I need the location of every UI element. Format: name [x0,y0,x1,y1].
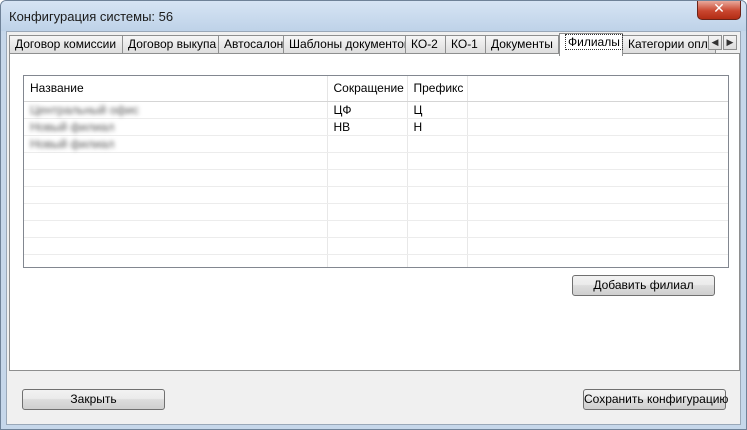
cell-filler [467,118,728,136]
cell-short[interactable] [327,135,408,153]
tab-commission-contract[interactable]: Договор комиссии [9,35,123,54]
tab-document-templates[interactable]: Шаблоны документов [283,35,410,54]
config-window: Конфигурация системы: 56 ✕ Договор комис… [0,0,747,430]
empty-row [24,203,728,221]
cell-name[interactable]: Новый филиал [24,135,328,153]
empty-row [24,254,728,267]
tab-strip: Договор комиссии Договор выкупа Автосало… [9,33,740,56]
tab-payment-categories[interactable]: Категории опла [622,35,716,54]
column-header-name[interactable]: Название [24,76,328,102]
close-button[interactable]: Закрыть [22,389,165,410]
empty-row [24,237,728,255]
tab-car-dealer[interactable]: Автосалон [218,35,284,54]
branches-grid[interactable]: Название Сокращение Префикс Центральный … [23,75,729,268]
cell-filler [467,101,728,119]
tab-ko1[interactable]: КО-1 [445,35,486,54]
column-header-short[interactable]: Сокращение [327,76,408,102]
save-configuration-button[interactable]: Сохранить конфигурацию [583,389,728,410]
column-header-filler [467,76,728,102]
tab-documents[interactable]: Документы [485,35,559,54]
tab-label: Автосалон [224,37,284,51]
cell-prefix[interactable]: Ц [407,101,468,119]
cell-name[interactable]: Новый филиал [24,118,328,136]
title-bar[interactable]: Конфигурация системы: 56 ✕ [1,1,746,31]
chevron-right-icon: ▶ [726,37,734,47]
tab-label: КО-2 [411,37,438,51]
tab-label: Документы [491,37,553,51]
tab-buyout-contract[interactable]: Договор выкупа [122,35,219,54]
empty-row [24,220,728,238]
empty-row [24,169,728,187]
chevron-left-icon: ◀ [711,37,719,47]
window-title: Конфигурация системы: 56 [9,9,174,24]
tab-branches[interactable]: Филиалы [559,33,623,56]
client-area: Договор комиссии Договор выкупа Автосало… [6,31,741,425]
tab-scroll-left-button[interactable]: ◀ [708,35,722,50]
cell-filler [467,135,728,153]
grid-header-row: Название Сокращение Префикс [24,76,728,102]
tab-ko2[interactable]: КО-2 [405,35,446,54]
tab-label: Договор комиссии [15,37,117,51]
close-icon: ✕ [713,1,725,17]
cell-prefix[interactable]: Н [407,118,468,136]
cell-short[interactable]: ЦФ [327,101,408,119]
tab-label: Категории опла [628,37,715,51]
branches-tab-panel: Название Сокращение Префикс Центральный … [9,53,740,371]
table-row[interactable]: Новый филиал [24,135,728,153]
add-branch-button[interactable]: Добавить филиал [572,275,715,296]
tab-label: Шаблоны документов [289,37,411,51]
close-window-button[interactable]: ✕ [697,1,741,20]
cell-name[interactable]: Центральный офис [24,101,328,119]
table-row[interactable]: Новый филиал НВ Н [24,118,728,136]
table-row[interactable]: Центральный офис ЦФ Ц [24,101,728,119]
tab-label: Договор выкупа [128,37,217,51]
cell-short[interactable]: НВ [327,118,408,136]
tab-label: Филиалы [565,34,623,50]
tab-scroll-right-button[interactable]: ▶ [723,35,737,50]
cell-prefix[interactable] [407,135,468,153]
column-header-prefix[interactable]: Префикс [407,76,468,102]
empty-row [24,152,728,170]
tab-label: КО-1 [451,37,478,51]
empty-row [24,186,728,204]
